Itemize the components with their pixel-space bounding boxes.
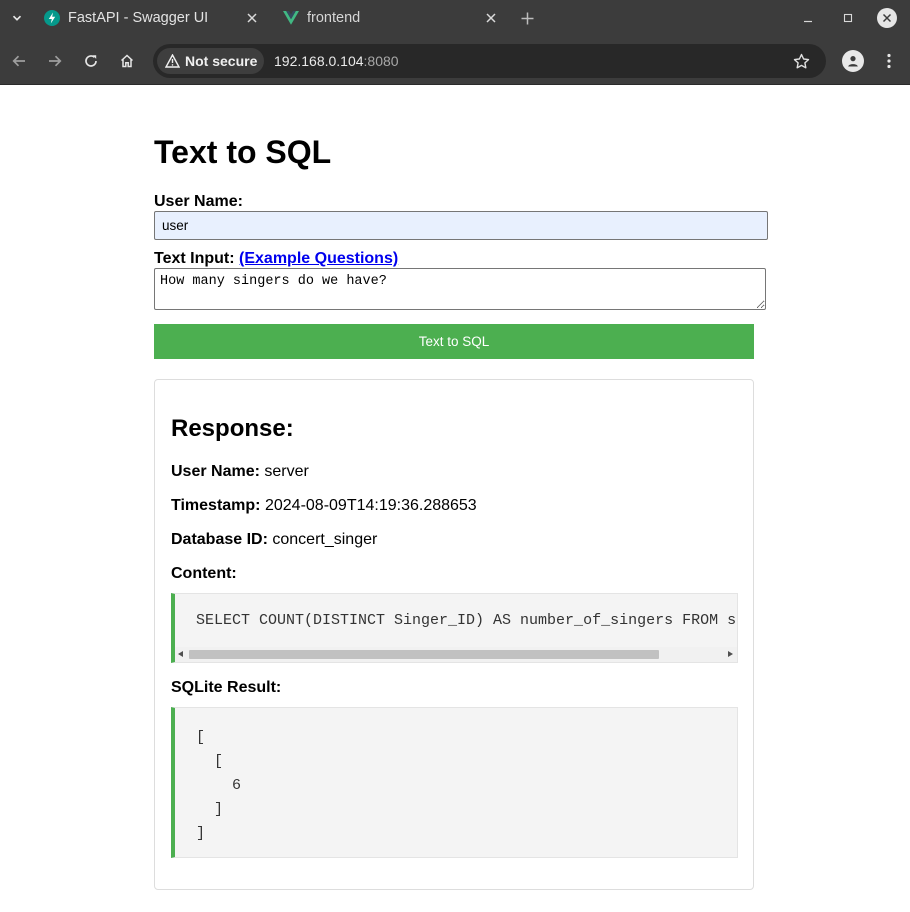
kebab-menu-icon[interactable] bbox=[878, 50, 900, 72]
scroll-left-arrow-icon[interactable] bbox=[178, 651, 183, 657]
tab-title: frontend bbox=[307, 10, 361, 26]
response-user-value: server bbox=[264, 463, 309, 480]
profile-avatar-icon[interactable] bbox=[842, 50, 864, 72]
sql-content-block[interactable]: SELECT COUNT(DISTINCT Singer_ID) AS numb… bbox=[171, 593, 738, 663]
back-arrow-icon[interactable] bbox=[8, 50, 30, 72]
text-input-label-text: Text Input: bbox=[154, 250, 235, 267]
minimize-window-icon[interactable] bbox=[798, 8, 818, 28]
example-questions-link[interactable]: (Example Questions) bbox=[239, 250, 398, 267]
vue-icon bbox=[283, 10, 299, 26]
text-input-label: Text Input: (Example Questions) bbox=[154, 250, 398, 268]
bookmark-star-icon[interactable] bbox=[791, 51, 811, 71]
sqlite-result-block: [ [ 6 ] ] bbox=[171, 707, 738, 858]
browser-toolbar: Not secure 192.168.0.104:8080 bbox=[0, 36, 910, 85]
user-name-input[interactable] bbox=[154, 211, 768, 240]
reload-icon[interactable] bbox=[80, 50, 102, 72]
tab-fastapi-swagger[interactable]: FastAPI - Swagger UI bbox=[44, 0, 272, 36]
tab-title: FastAPI - Swagger UI bbox=[68, 10, 209, 26]
response-user-label: User Name: bbox=[171, 463, 260, 480]
response-title: Response: bbox=[171, 415, 294, 442]
sql-query-text: SELECT COUNT(DISTINCT Singer_ID) AS numb… bbox=[196, 612, 738, 629]
scroll-right-arrow-icon[interactable] bbox=[728, 651, 733, 657]
response-content-label: Content: bbox=[171, 565, 237, 582]
warning-icon bbox=[165, 54, 180, 68]
security-chip[interactable]: Not secure bbox=[157, 48, 264, 74]
forward-arrow-icon[interactable] bbox=[44, 50, 66, 72]
sqlite-result-text: [ [ 6 ] ] bbox=[196, 729, 242, 842]
home-icon[interactable] bbox=[116, 50, 138, 72]
response-timestamp-label: Timestamp: bbox=[171, 497, 261, 514]
response-panel: Response: User Name: server Timestamp: 2… bbox=[154, 379, 754, 890]
text-input-field[interactable]: How many singers do we have? bbox=[154, 268, 766, 310]
url-port: :8080 bbox=[363, 53, 399, 69]
page-title: Text to SQL bbox=[154, 134, 332, 170]
maximize-window-icon[interactable] bbox=[838, 8, 858, 28]
tab-search-chevron-icon[interactable] bbox=[6, 8, 28, 28]
text-to-sql-button[interactable]: Text to SQL bbox=[154, 324, 754, 359]
address-bar[interactable]: Not secure 192.168.0.104:8080 bbox=[153, 44, 826, 78]
fastapi-icon bbox=[44, 10, 60, 26]
horizontal-scrollbar[interactable] bbox=[175, 647, 737, 662]
response-database-label: Database ID: bbox=[171, 531, 268, 548]
user-name-label: User Name: bbox=[154, 193, 243, 210]
page-content: Text to SQL User Name: Text Input: (Exam… bbox=[0, 85, 910, 912]
close-tab-icon[interactable] bbox=[483, 10, 499, 26]
security-label: Not secure bbox=[185, 53, 258, 69]
tab-frontend[interactable]: frontend bbox=[283, 0, 503, 36]
browser-tab-bar: FastAPI - Swagger UI frontend bbox=[0, 0, 910, 36]
url-host: 192.168.0.104 bbox=[274, 53, 364, 69]
close-window-icon[interactable] bbox=[877, 8, 897, 28]
response-timestamp-value: 2024-08-09T14:19:36.288653 bbox=[264, 497, 477, 514]
url-text[interactable]: 192.168.0.104:8080 bbox=[274, 53, 399, 69]
response-user-row: User Name: server bbox=[171, 463, 309, 481]
scrollbar-thumb[interactable] bbox=[189, 650, 659, 659]
response-database-value: concert_singer bbox=[272, 531, 378, 548]
response-database-row: Database ID: concert_singer bbox=[171, 531, 377, 549]
new-tab-plus-icon[interactable] bbox=[517, 8, 537, 28]
response-timestamp-row: Timestamp: 2024-08-09T14:19:36.288653 bbox=[171, 497, 477, 515]
sqlite-result-label: SQLite Result: bbox=[171, 679, 282, 696]
close-tab-icon[interactable] bbox=[244, 10, 260, 26]
